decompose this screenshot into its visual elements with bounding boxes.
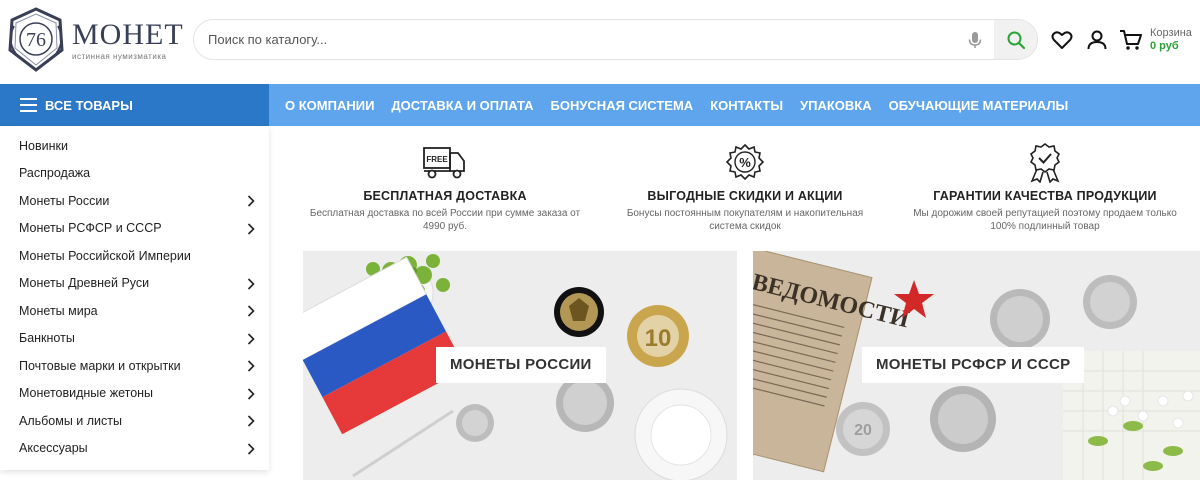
banner-label: МОНЕТЫ РОССИИ (436, 347, 606, 383)
user-icon[interactable] (1085, 28, 1109, 52)
sidebar-item-banknotes[interactable]: Банкноты (0, 325, 269, 353)
nav-link-packaging[interactable]: УПАКОВКА (800, 98, 872, 113)
search-input[interactable] (208, 24, 948, 55)
sidebar-item-label: Банкноты (19, 331, 75, 346)
banner-label: МОНЕТЫ РСФСР И СССР (862, 347, 1085, 383)
coin-value: 20 (854, 422, 872, 439)
sidebar-item-stamps[interactable]: Почтовые марки и открытки (0, 352, 269, 380)
feature-discounts: % ВЫГОДНЫЕ СКИДКИ И АКЦИИ Бонусы постоян… (595, 143, 895, 233)
microphone-icon[interactable] (965, 30, 985, 50)
sidebar-item-label: Аксессуары (19, 441, 88, 456)
sidebar-item-ancient-rus-coins[interactable]: Монеты Древней Руси (0, 270, 269, 298)
svg-text:FREE: FREE (426, 155, 448, 164)
banner-russia-coins[interactable]: 10 МОНЕТЫ РОССИИ (303, 251, 737, 480)
sidebar-item-world-coins[interactable]: Монеты мира (0, 297, 269, 325)
sidebar-item-accessories[interactable]: Аксессуары (0, 435, 269, 463)
chevron-right-icon (247, 277, 255, 290)
sidebar-item-ussr-coins[interactable]: Монеты РСФСР и СССР (0, 215, 269, 243)
sidebar-item-label: Монеты Российской Империи (19, 248, 191, 263)
chevron-right-icon (247, 387, 255, 400)
chevron-right-icon (247, 222, 255, 235)
cart-icon[interactable] (1119, 28, 1143, 52)
sidebar-item-russia-coins[interactable]: Монеты России (0, 187, 269, 215)
site-header: 76 МОНЕТ истинная нумизматика Поиск по к… (0, 0, 1200, 84)
feature-title: БЕСПЛАТНАЯ ДОСТАВКА (363, 189, 527, 203)
feature-free-delivery: FREE БЕСПЛАТНАЯ ДОСТАВКА Бесплатная дост… (295, 143, 595, 233)
heart-icon[interactable] (1050, 28, 1074, 52)
chevron-right-icon (247, 332, 255, 345)
sidebar-item-new[interactable]: Новинки (0, 132, 269, 160)
site-logo[interactable]: 76 МОНЕТ истинная нумизматика (4, 5, 183, 75)
chevron-right-icon (247, 442, 255, 455)
main-navigation: ВСЕ ТОВАРЫ О КОМПАНИИ ДОСТАВКА И ОПЛАТА … (0, 84, 1200, 126)
chevron-right-icon (247, 195, 255, 207)
sidebar-item-label: Альбомы и листы (19, 413, 122, 428)
truck-icon: FREE (423, 147, 465, 179)
cart-label: Корзина (1150, 27, 1192, 39)
feature-title: ВЫГОДНЫЕ СКИДКИ И АКЦИИ (647, 189, 843, 203)
sidebar-item-tokens[interactable]: Монетовидные жетоны (0, 380, 269, 408)
nav-link-learning[interactable]: ОБУЧАЮЩИЕ МАТЕРИАЛЫ (889, 98, 1069, 113)
all-goods-button[interactable]: ВСЕ ТОВАРЫ (0, 84, 269, 126)
coin-value: 10 (645, 325, 672, 352)
feature-text: Мы дорожим своей репутацией поэтому прод… (913, 208, 1177, 232)
nav-link-delivery[interactable]: ДОСТАВКА И ОПЛАТА (391, 98, 533, 113)
nav-link-bonus[interactable]: БОНУСНАЯ СИСТЕМА (550, 98, 693, 113)
sidebar-item-label: Почтовые марки и открытки (19, 358, 181, 373)
menu-icon (20, 98, 37, 112)
discount-badge-icon: % (725, 143, 765, 181)
sidebar-item-sale[interactable]: Распродажа (0, 160, 269, 188)
banner-ussr-coins[interactable]: ВЕДОМОСТИ 20 МОНЕТЫ РСФСР И СССР (753, 251, 1200, 480)
logo-subtitle: истинная нумизматика (72, 51, 167, 61)
chevron-right-icon (247, 415, 255, 427)
sidebar-item-label: Монеты мира (19, 303, 98, 318)
sidebar-item-label: Монеты России (19, 193, 110, 208)
feature-quality: ГАРАНТИИ КАЧЕСТВА ПРОДУКЦИИ Мы дорожим с… (895, 143, 1195, 233)
sidebar-item-label: Распродажа (19, 166, 91, 181)
catalog-sidebar: Новинки Распродажа Монеты России Монеты … (0, 126, 269, 470)
search-icon (1007, 31, 1025, 49)
logo-emblem: 76 (4, 6, 68, 74)
nav-link-contacts[interactable]: КОНТАКТЫ (710, 98, 783, 113)
nav-link-about[interactable]: О КОМПАНИИ (285, 98, 374, 113)
feature-text: Бесплатная доставка по всей России при с… (309, 208, 581, 232)
sidebar-item-albums[interactable]: Альбомы и листы (0, 407, 269, 435)
quality-medal-icon (1029, 143, 1061, 183)
feature-title: ГАРАНТИИ КАЧЕСТВА ПРОДУКЦИИ (933, 189, 1157, 203)
logo-number: 76 (26, 29, 46, 51)
cart-sum: 0 руб (1150, 40, 1179, 52)
feature-text: Бонусы постоянным покупателям и накопите… (626, 208, 864, 232)
search-button[interactable] (994, 20, 1037, 59)
sidebar-item-label: Монеты РСФСР и СССР (19, 221, 162, 236)
cart-summary[interactable]: Корзина 0 руб (1150, 27, 1192, 53)
chevron-right-icon (247, 305, 255, 317)
sidebar-item-label: Монеты Древней Руси (19, 276, 150, 291)
svg-text:%: % (739, 155, 751, 170)
search-bar (193, 19, 1038, 60)
sidebar-item-label: Новинки (19, 138, 68, 153)
chevron-right-icon (247, 360, 255, 372)
sidebar-item-label: Монетовидные жетоны (19, 386, 154, 401)
sidebar-item-empire-coins[interactable]: Монеты Российской Империи (0, 242, 269, 270)
all-goods-label: ВСЕ ТОВАРЫ (45, 97, 133, 113)
logo-title: МОНЕТ (72, 17, 184, 51)
